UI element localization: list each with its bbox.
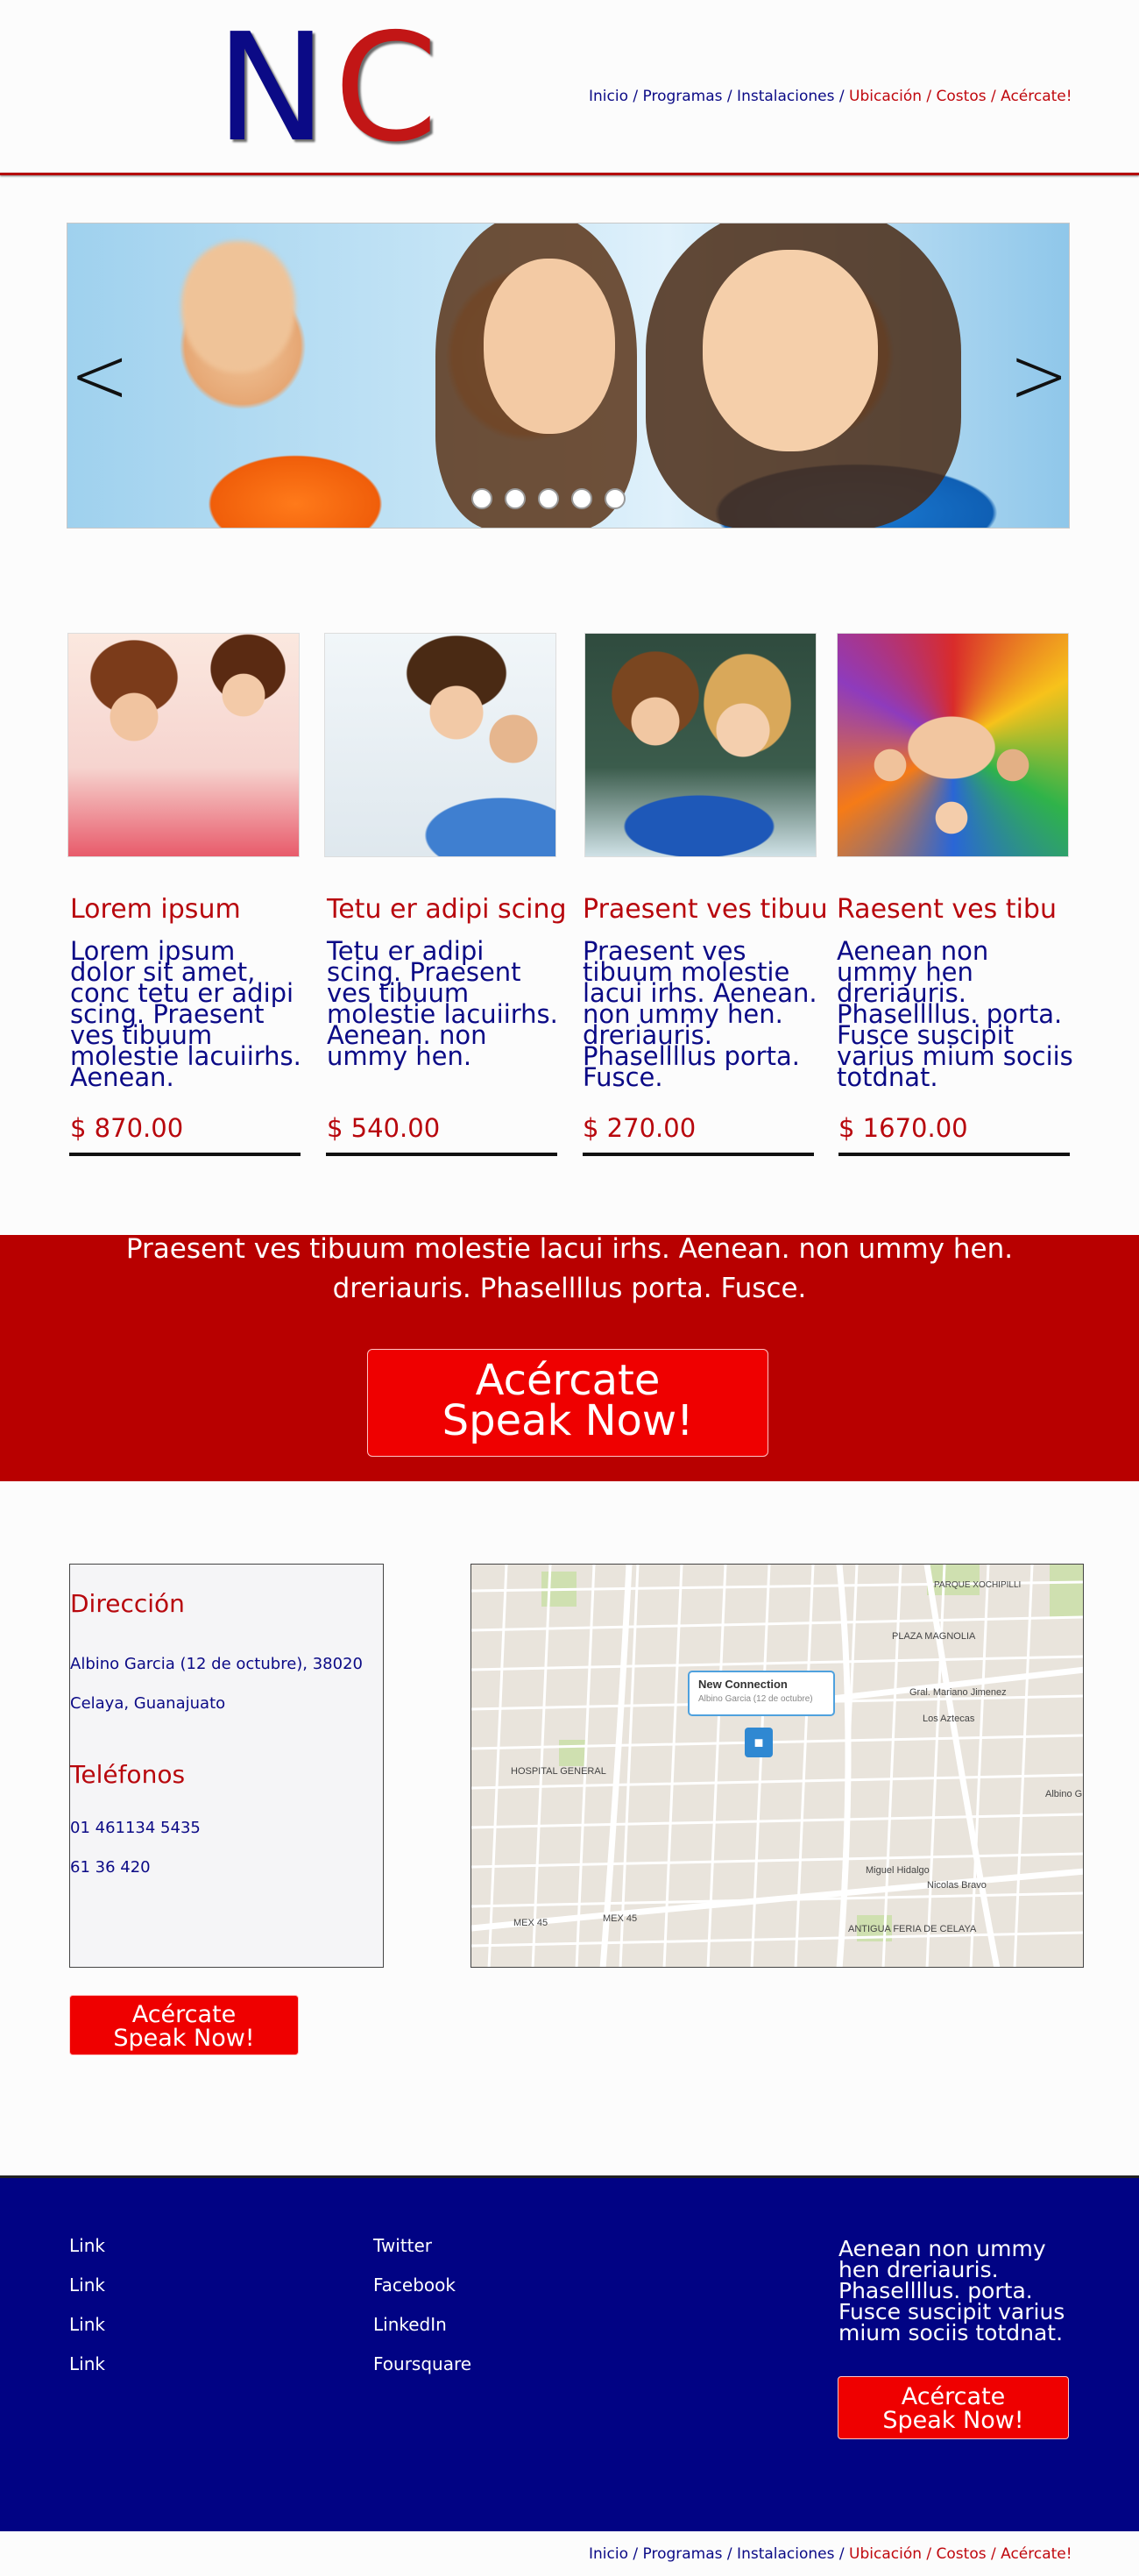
speak-now-button[interactable]: Acércate Speak Now!: [367, 1349, 768, 1457]
card-image-2[interactable]: [324, 633, 556, 857]
card-price: $ 270.00: [583, 1113, 697, 1143]
logo-letter-n: N: [216, 2, 327, 175]
nav-links-secondary[interactable]: Ubicación / Costos / Acércate!: [849, 88, 1072, 105]
map-label: PARQUE XOCHIPILLI: [934, 1580, 1022, 1590]
hero-slider: [67, 223, 1070, 529]
slider-next-arrow[interactable]: >: [1009, 337, 1069, 415]
card-divider: [69, 1153, 301, 1156]
popup-address: Albino Garcia (12 de octubre): [698, 1694, 813, 1704]
footer-link[interactable]: Link: [69, 2235, 105, 2256]
card-title[interactable]: Raesent ves tibu: [837, 894, 1057, 925]
address-line-1: Albino Garcia (12 de octubre), 38020: [70, 1655, 363, 1673]
hero-photo: [484, 259, 615, 434]
map-info-popup[interactable]: New Connection Albino Garcia (12 de octu…: [688, 1671, 835, 1716]
slider-dot[interactable]: [505, 488, 526, 509]
map-label: Gral. Mariano Jimenez: [909, 1687, 1007, 1698]
card-title[interactable]: Praesent ves tibuu: [583, 894, 828, 925]
slider-dot[interactable]: [471, 488, 492, 509]
top-nav: Inicio / Programas / Instalaciones / Ubi…: [589, 88, 1072, 105]
footer-social-linkedin[interactable]: LinkedIn: [373, 2314, 447, 2335]
card-image-1[interactable]: [67, 633, 300, 857]
card-title[interactable]: Lorem ipsum: [70, 894, 241, 925]
location-map[interactable]: PARQUE XOCHIPILLI PLAZA MAGNOLIA Gral. M…: [470, 1564, 1084, 1968]
nav-links-secondary[interactable]: Ubicación / Costos / Acércate!: [849, 2545, 1072, 2563]
card-divider: [583, 1153, 814, 1156]
nav-links-main[interactable]: Inicio / Programas / Instalaciones: [589, 88, 834, 105]
card-description: Lorem ipsum dolor sit amet, conc tetu er a…: [70, 936, 301, 1092]
footer-link[interactable]: Link: [69, 2314, 105, 2335]
slider-dot[interactable]: [538, 488, 559, 509]
slider-dot[interactable]: [605, 488, 626, 509]
slider-prev-arrow[interactable]: <: [70, 337, 130, 415]
bottom-nav: Inicio / Programas / Instalaciones / Ubi…: [589, 2545, 1072, 2563]
map-label: HOSPITAL GENERAL: [511, 1766, 606, 1777]
card-image-3[interactable]: [584, 633, 817, 857]
speak-now-button-small[interactable]: Acércate Speak Now!: [69, 1995, 299, 2055]
map-label: MEX 45: [513, 1918, 548, 1928]
phone-1[interactable]: 01 461134 5435: [70, 1819, 201, 1837]
map-label: PLAZA MAGNOLIA: [892, 1631, 976, 1642]
map-label: Albino G: [1045, 1789, 1083, 1799]
footer-blurb: Aenean non ummy hen dreriauris. Phasellllu…: [838, 2236, 1065, 2345]
header-divider: [0, 173, 1139, 175]
speak-now-button-footer[interactable]: Acércate Speak Now!: [838, 2376, 1069, 2439]
footer-social-twitter[interactable]: Twitter: [373, 2235, 432, 2256]
card-description: Aenean non ummy hen dreriauris. Phasellllus…: [837, 936, 1073, 1092]
footer-social-foursquare[interactable]: Foursquare: [373, 2353, 471, 2374]
site-footer: [0, 2175, 1139, 2531]
card-divider: [326, 1153, 557, 1156]
popup-title: New Connection: [698, 1678, 788, 1691]
phone-2[interactable]: 61 36 420: [70, 1858, 151, 1877]
banner-text-line-2: dreriauris. Phasellllus porta. Fusce.: [332, 1273, 807, 1304]
footer-link[interactable]: Link: [69, 2274, 105, 2296]
slider-dot[interactable]: [571, 488, 592, 509]
card-title[interactable]: Tetu er adipi scing: [327, 894, 567, 925]
address-heading: Dirección: [70, 1589, 185, 1618]
card-price: $ 870.00: [70, 1113, 184, 1143]
map-label: MEX 45: [603, 1913, 638, 1924]
logo-letter-c: C: [334, 2, 438, 175]
address-line-2: Celaya, Guanajuato: [70, 1694, 226, 1713]
card-price: $ 1670.00: [838, 1113, 968, 1143]
button-label-line-1: Acércate: [475, 1356, 661, 1405]
card-image-4[interactable]: [837, 633, 1069, 857]
footer-social-facebook[interactable]: Facebook: [373, 2274, 456, 2296]
phones-heading: Teléfonos: [70, 1760, 186, 1789]
nav-links-main[interactable]: Inicio / Programas / Instalaciones: [589, 2545, 834, 2563]
card-description: Tetu er adipi scing. Praesent ves tibuum mo…: [327, 936, 558, 1071]
footer-link[interactable]: Link: [69, 2353, 105, 2374]
card-price: $ 540.00: [327, 1113, 441, 1143]
site-logo[interactable]: NC: [216, 14, 438, 163]
map-label: ANTIGUA FERIA DE CELAYA: [848, 1924, 977, 1934]
map-label: Nicolas Bravo: [927, 1880, 987, 1891]
map-label: Miguel Hidalgo: [866, 1865, 930, 1876]
button-label-line-2: Speak Now!: [442, 1396, 694, 1445]
card-description: Praesent ves tibuum molestie lacui irhs. A…: [583, 936, 817, 1092]
map-pin-icon[interactable]: ■: [745, 1728, 773, 1757]
map-label: Los Aztecas: [923, 1714, 975, 1724]
banner-text-line-1: Praesent ves tibuum molestie lacui irhs.…: [125, 1233, 1014, 1265]
card-divider: [838, 1153, 1070, 1156]
